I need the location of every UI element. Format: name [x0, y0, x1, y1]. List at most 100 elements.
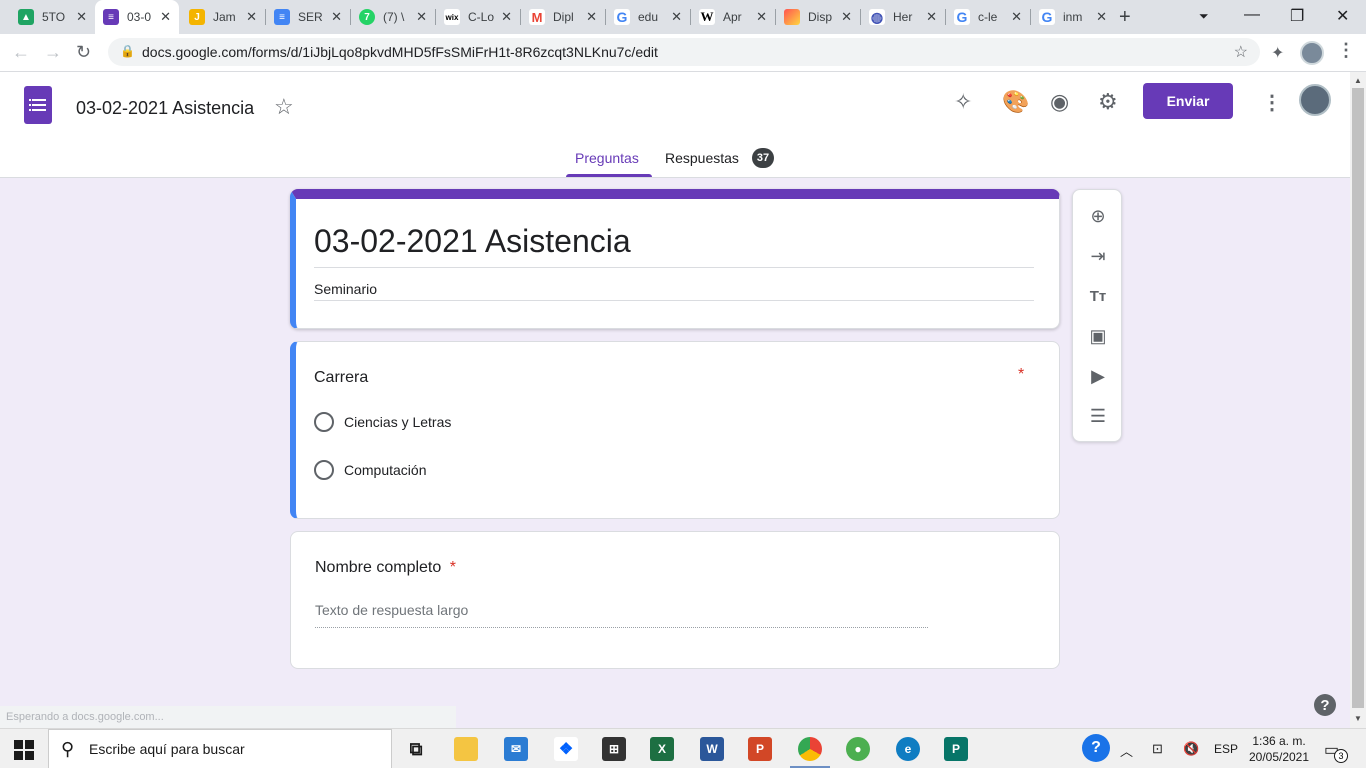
more-options-icon[interactable]: ⋮ — [1262, 90, 1282, 115]
mail-icon[interactable]: ✉ — [504, 737, 528, 761]
browser-tab[interactable]: G edu ✕ — [606, 0, 690, 34]
radio-button-icon[interactable] — [314, 460, 334, 480]
browser-tab[interactable]: ◍ Her ✕ — [861, 0, 945, 34]
settings-gear-icon[interactable]: ⚙ — [1098, 89, 1118, 115]
help-icon[interactable]: ? — [1314, 694, 1336, 716]
close-icon[interactable]: ✕ — [76, 9, 87, 25]
browser-tab[interactable]: W Apr ✕ — [691, 0, 775, 34]
help-question-icon[interactable]: ? — [1082, 734, 1110, 762]
edge-icon[interactable]: e — [896, 737, 920, 761]
tab-label: Jam — [213, 10, 236, 24]
tab-responses[interactable]: Respuestas — [665, 150, 739, 166]
tray-chevron-icon[interactable]: ︿ — [1120, 741, 1133, 760]
close-icon[interactable]: ✕ — [1011, 9, 1022, 25]
close-icon[interactable]: ✕ — [160, 9, 171, 25]
windows-start-icon[interactable] — [14, 740, 34, 760]
add-question-icon[interactable]: ⊕ — [1086, 204, 1110, 228]
close-icon[interactable]: ✕ — [1096, 9, 1107, 25]
excel-icon[interactable]: X — [650, 737, 674, 761]
add-title-icon[interactable]: Tт — [1086, 284, 1110, 308]
add-image-icon[interactable]: ▣ — [1086, 324, 1110, 348]
star-icon[interactable]: ☆ — [274, 94, 294, 120]
forward-arrow-icon[interactable]: → — [44, 42, 62, 63]
preview-eye-icon[interactable]: ◉ — [1050, 89, 1069, 115]
restore-icon[interactable]: ❐ — [1290, 6, 1304, 26]
question-card-nombre[interactable]: Nombre completo * Texto de respuesta lar… — [290, 531, 1060, 669]
addons-puzzle-icon[interactable]: ✧ — [954, 89, 972, 115]
browser-profile-avatar[interactable] — [1300, 41, 1324, 65]
bookmark-star-icon[interactable]: ☆ — [1234, 42, 1248, 62]
tab-label: (7) \ — [383, 10, 405, 24]
import-questions-icon[interactable]: ⇥ — [1086, 244, 1110, 268]
avatar[interactable] — [1299, 84, 1331, 116]
google-docs-icon: ≡ — [274, 9, 290, 25]
page-scrollbar[interactable]: ▲ ▼ — [1350, 72, 1366, 728]
app-icon[interactable]: ● — [846, 737, 870, 761]
document-title[interactable]: 03-02-2021 Asistencia — [76, 98, 254, 119]
form-title[interactable]: 03-02-2021 Asistencia — [314, 223, 631, 260]
close-icon[interactable]: ✕ — [671, 9, 682, 25]
form-description[interactable]: Seminario — [314, 281, 377, 297]
address-bar[interactable]: 🔒 docs.google.com/forms/d/1iJbjLqo8pkvdM… — [108, 38, 1260, 66]
powerpoint-icon[interactable]: P — [748, 737, 772, 761]
browser-menu-icon[interactable]: ⋮ — [1337, 40, 1355, 61]
browser-tab[interactable]: ≡ SER ✕ — [266, 0, 350, 34]
browser-tab[interactable]: Disp ✕ — [776, 0, 860, 34]
new-tab-icon[interactable]: + — [1119, 6, 1131, 29]
publisher-icon[interactable]: P — [944, 737, 968, 761]
task-view-icon[interactable]: ⧉ — [404, 737, 428, 761]
tab-label: edu — [638, 10, 659, 24]
scroll-down-arrow-icon[interactable]: ▼ — [1354, 714, 1362, 723]
tab-questions[interactable]: Preguntas — [575, 150, 639, 166]
browser-tab-active[interactable]: ≡ 03-0 ✕ — [95, 0, 179, 34]
add-section-icon[interactable]: ☰ — [1086, 404, 1110, 428]
chrome-icon[interactable] — [790, 737, 830, 768]
radio-option[interactable]: Ciencias y Letras — [314, 412, 451, 432]
taskbar-search[interactable]: ⚲ Escribe aquí para buscar — [48, 729, 392, 768]
network-icon[interactable]: ⊡ — [1152, 741, 1163, 757]
store-icon[interactable]: ⊞ — [602, 737, 626, 761]
close-icon[interactable]: ✕ — [841, 9, 852, 25]
reload-icon[interactable]: ↻ — [76, 42, 91, 63]
close-icon[interactable]: ✕ — [501, 9, 512, 25]
close-icon[interactable]: ✕ — [586, 9, 597, 25]
word-icon[interactable]: W — [700, 737, 724, 761]
long-answer-field[interactable]: Texto de respuesta largo — [315, 602, 928, 628]
wix-icon: wix — [444, 9, 460, 25]
add-video-icon[interactable]: ▶ — [1086, 364, 1110, 388]
close-icon[interactable]: ✕ — [331, 9, 342, 25]
browser-tab[interactable]: 7 (7) \ ✕ — [351, 0, 435, 34]
radio-option[interactable]: Computación — [314, 460, 427, 480]
browser-tab[interactable]: wix C-Lo ✕ — [436, 0, 520, 34]
close-window-icon[interactable]: ✕ — [1336, 6, 1349, 26]
close-icon[interactable]: ✕ — [416, 9, 427, 25]
palette-icon[interactable]: 🎨 — [1002, 89, 1029, 115]
send-button[interactable]: Enviar — [1143, 83, 1233, 119]
taskbar-clock[interactable]: 1:36 a. m. 20/05/2021 — [1244, 733, 1314, 765]
scroll-up-arrow-icon[interactable]: ▲ — [1354, 76, 1362, 85]
active-tab-indicator — [566, 174, 652, 177]
close-icon[interactable]: ✕ — [246, 9, 257, 25]
form-title-card[interactable]: 03-02-2021 Asistencia Seminario — [290, 189, 1060, 329]
browser-tab[interactable]: G c-le ✕ — [946, 0, 1030, 34]
browser-tab[interactable]: G inm ✕ — [1031, 0, 1115, 34]
close-icon[interactable]: ✕ — [756, 9, 767, 25]
browser-tab[interactable]: M Dipl ✕ — [521, 0, 605, 34]
file-explorer-icon[interactable] — [454, 737, 478, 761]
close-icon[interactable]: ✕ — [926, 9, 937, 25]
browser-tab[interactable]: J Jam ✕ — [181, 0, 265, 34]
question-card-carrera[interactable]: Carrera * Ciencias y Letras Computación — [290, 341, 1060, 519]
question-title-row: Nombre completo * — [315, 559, 456, 577]
tab-search-icon[interactable]: ⏷ — [1199, 9, 1209, 24]
browser-tab[interactable]: ▲ 5TO ✕ — [10, 0, 95, 34]
volume-muted-icon[interactable]: 🔇 — [1183, 741, 1199, 757]
minimize-icon[interactable]: — — [1244, 6, 1260, 24]
extensions-puzzle-icon[interactable]: ✦ — [1271, 43, 1284, 63]
clock-time: 1:36 a. m. — [1252, 734, 1306, 748]
back-arrow-icon[interactable]: ← — [12, 42, 30, 63]
google-forms-logo-icon[interactable] — [24, 86, 52, 124]
dropbox-icon[interactable]: ❖ — [554, 737, 578, 761]
radio-button-icon[interactable] — [314, 412, 334, 432]
scrollbar-thumb[interactable] — [1352, 88, 1364, 708]
language-indicator[interactable]: ESP — [1214, 742, 1238, 756]
